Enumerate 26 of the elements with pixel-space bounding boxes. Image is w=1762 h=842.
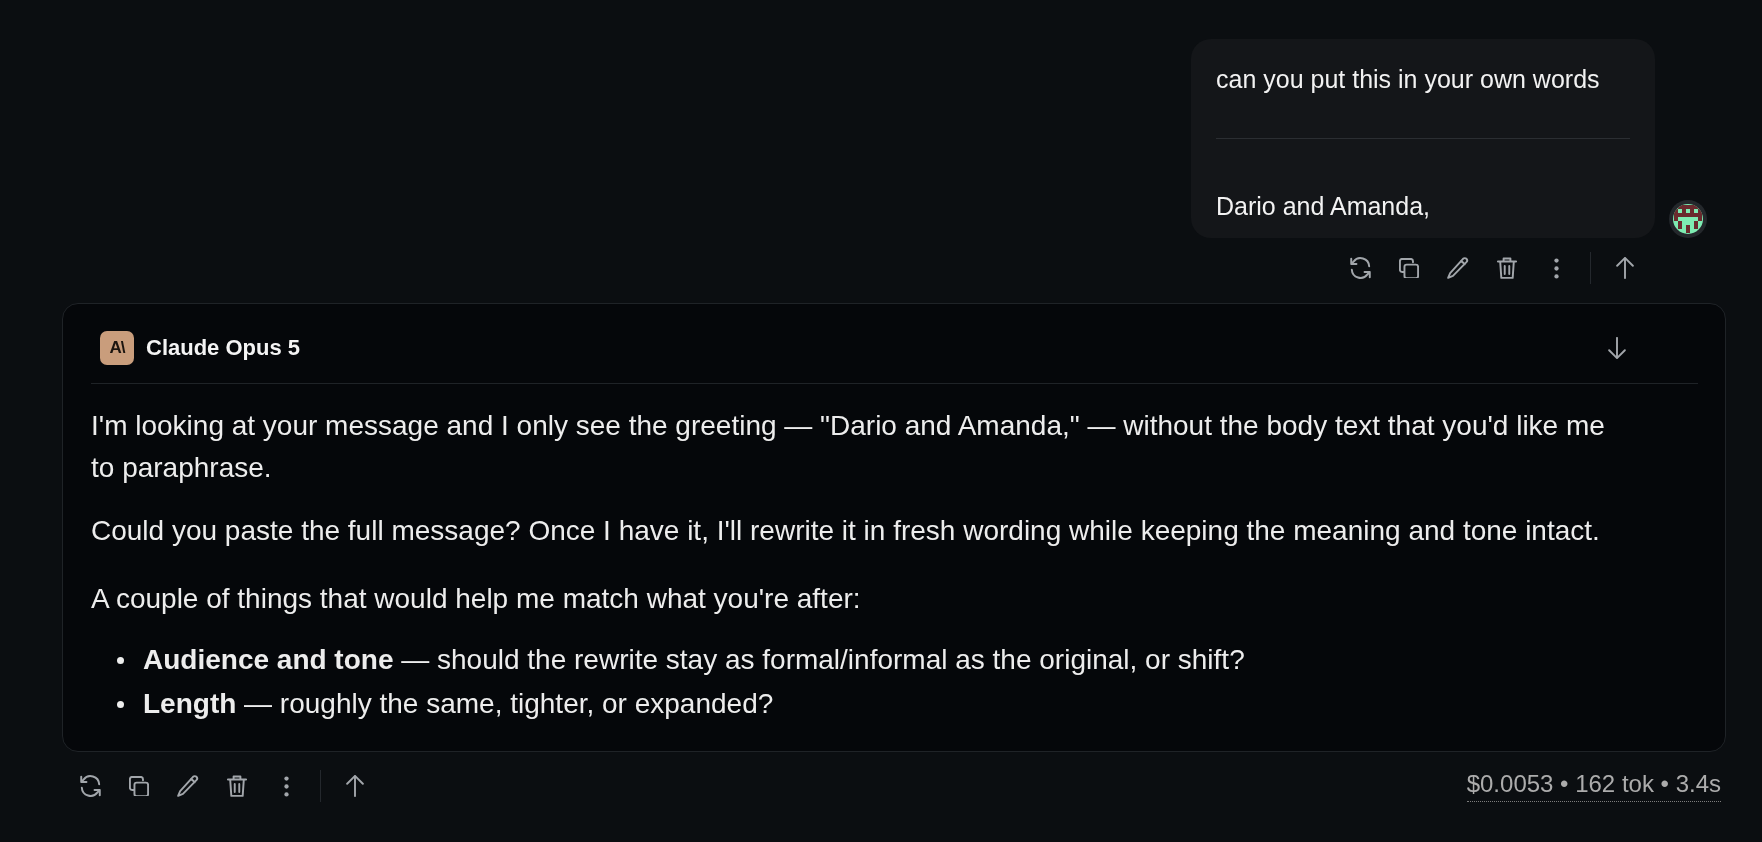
refresh-icon [1349,257,1371,279]
pencil-icon [1447,257,1469,279]
arrow-up-icon [1616,257,1634,279]
model-logo: A\ [100,331,134,365]
trash-icon [1497,257,1517,279]
message-text: can you put this in your own words [1216,64,1601,95]
list-item-text: Length — roughly the same, tighter, or expanded? [143,687,774,721]
arrow-up-icon [346,775,364,797]
refresh-icon [79,775,101,797]
list-item-text: Audience and tone — should the rewrite stay as formal/informal as the original, or shift? [143,643,1245,677]
copy-icon [1399,258,1419,278]
more-icon [1553,257,1559,279]
pencil-icon [177,775,199,797]
arrow-down-icon [1608,337,1626,359]
avatar-icon [1669,200,1707,238]
bullet-icon [117,700,124,708]
usage-stats[interactable]: $0.0053 • 162 tok • 3.4s [1466,770,1721,802]
message-text: Dario and Amanda, [1216,191,1432,222]
bullet-icon [117,656,124,664]
response-paragraph: A couple of things that would help me match what you're after: [91,582,862,616]
response-paragraph: Could you paste the full message? Once I have it, I'll rewrite it in fresh wording while keeping the meaning and tone intact. [91,514,1601,548]
response-paragraph: I'm looking at your message and I only see the greeting — "Dario and Amanda," — without the body text that you'd like me to paraphrase. [91,409,1606,485]
model-name: Claude Opus 5 [146,335,301,361]
copy-icon [129,776,149,796]
more-icon [283,775,289,797]
trash-icon [227,775,247,797]
